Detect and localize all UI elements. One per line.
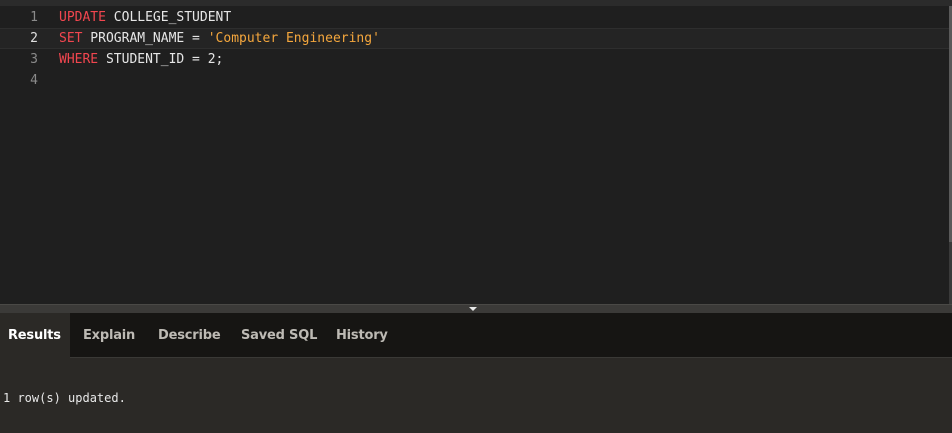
collapse-arrow-icon[interactable] xyxy=(469,307,477,311)
tab-describe[interactable]: Describe xyxy=(150,313,228,358)
editor-line-4[interactable]: 4 xyxy=(0,70,952,91)
plain-token: STUDENT_ID = 2; xyxy=(98,52,224,67)
tab-saved-sql[interactable]: Saved SQL xyxy=(233,313,325,358)
line-code: UPDATE COLLEGE_STUDENT xyxy=(59,7,231,28)
tab-explain[interactable]: Explain xyxy=(75,313,143,358)
code-editor[interactable]: 1 UPDATE COLLEGE_STUDENT 2 SET PROGRAM_N… xyxy=(0,6,952,304)
panel-splitter[interactable] xyxy=(0,304,952,313)
line-number: 1 xyxy=(30,10,38,25)
line-code: WHERE STUDENT_ID = 2; xyxy=(59,49,223,70)
keyword-token: WHERE xyxy=(59,52,99,67)
line-number: 4 xyxy=(30,73,38,88)
plain-token: COLLEGE_STUDENT xyxy=(105,10,232,25)
line-code: SET PROGRAM_NAME = 'Computer Engineering… xyxy=(59,28,380,49)
editor-line-3[interactable]: 3 WHERE STUDENT_ID = 2; xyxy=(0,49,952,70)
results-panel: 1 row(s) updated. xyxy=(0,358,952,433)
sql-workshop: 1 UPDATE COLLEGE_STUDENT 2 SET PROGRAM_N… xyxy=(0,0,952,433)
result-message: 1 row(s) updated. xyxy=(3,391,126,405)
string-token: 'Computer Engineering' xyxy=(207,31,380,46)
keyword-token: SET xyxy=(59,31,83,46)
editor-line-2[interactable]: 2 SET PROGRAM_NAME = 'Computer Engineeri… xyxy=(0,28,952,49)
keyword-token: UPDATE xyxy=(59,10,106,25)
plain-token: PROGRAM_NAME = xyxy=(82,31,208,46)
results-tabbar: Results Explain Describe Saved SQL Histo… xyxy=(0,313,952,358)
line-number: 2 xyxy=(30,31,38,46)
tab-results[interactable]: Results xyxy=(0,313,70,358)
line-number: 3 xyxy=(30,52,38,67)
editor-line-1[interactable]: 1 UPDATE COLLEGE_STUDENT xyxy=(0,7,952,28)
tab-history[interactable]: History xyxy=(328,313,396,358)
